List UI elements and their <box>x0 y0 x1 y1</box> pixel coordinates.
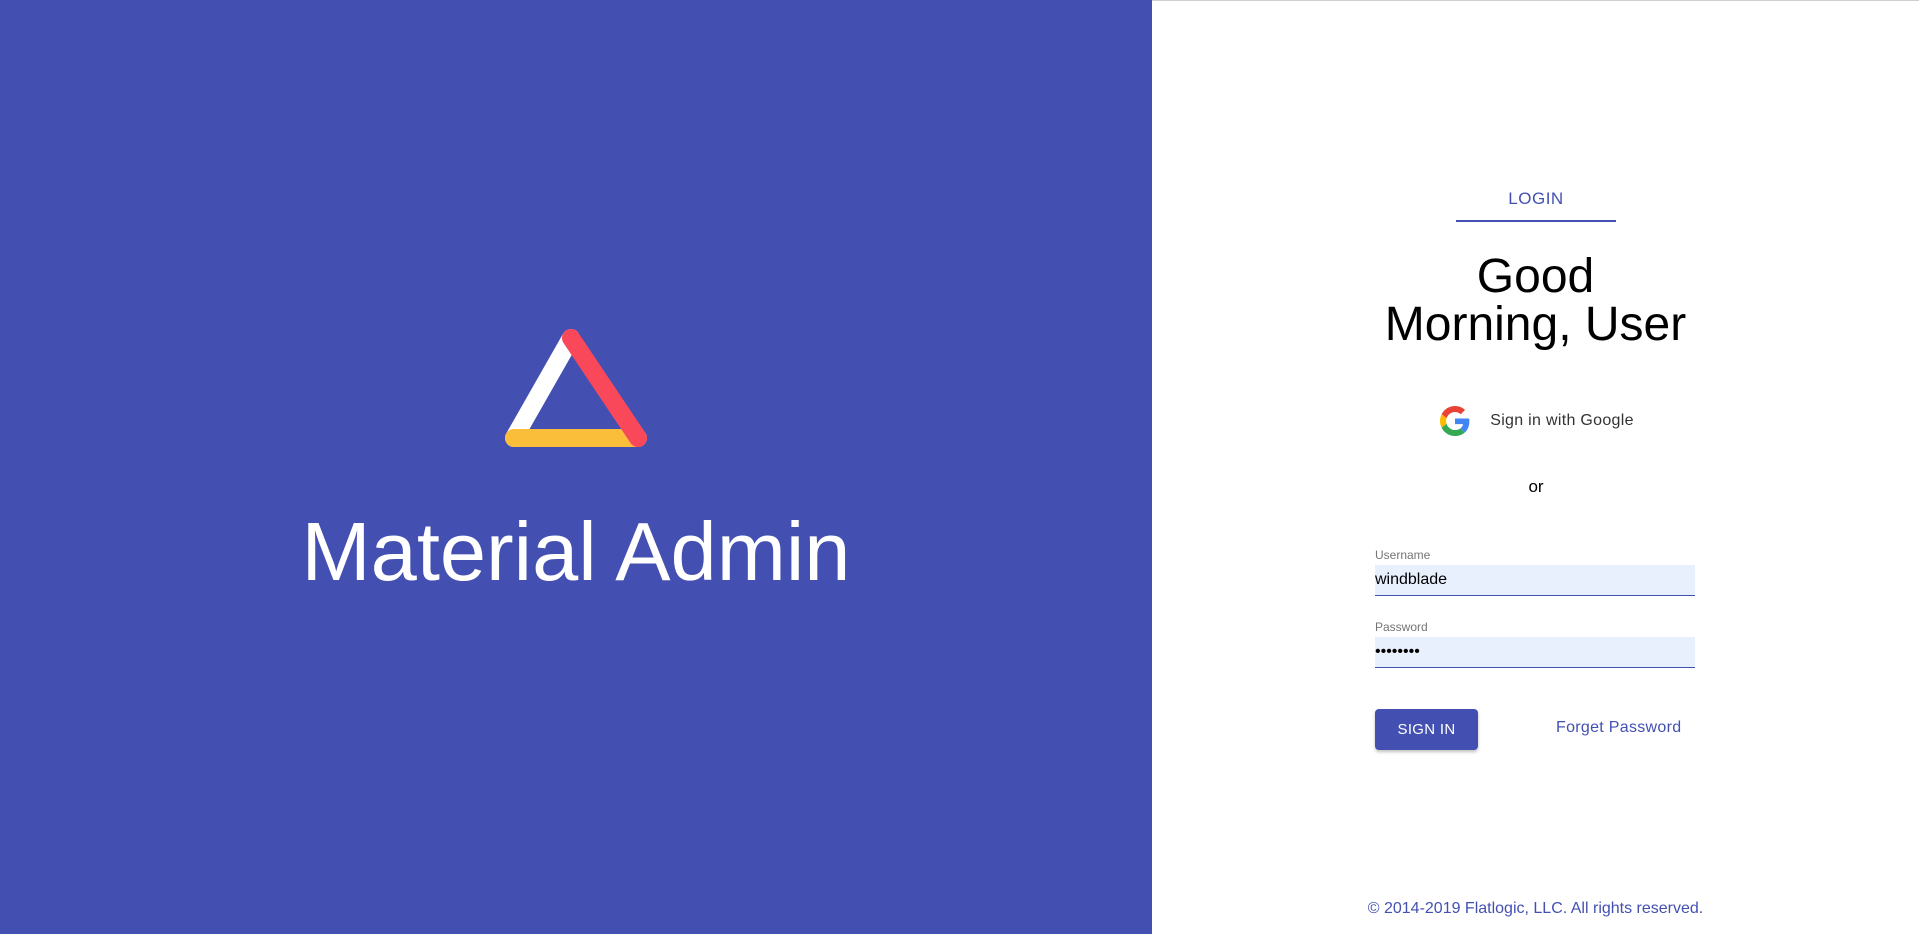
password-input[interactable] <box>1375 637 1695 668</box>
password-field: Password <box>1375 620 1695 668</box>
google-signin-label: Sign in with Google <box>1490 412 1634 429</box>
username-input[interactable] <box>1375 565 1695 596</box>
google-signin-button[interactable]: Sign in with Google <box>1347 398 1727 444</box>
password-label: Password <box>1375 620 1428 634</box>
tab-indicator <box>1456 220 1616 222</box>
login-page: Material Admin LOGIN Good Morning, User … <box>0 0 1919 934</box>
copyright-text: © 2014-2019 Flatlogic, LLC. All rights r… <box>1367 900 1704 917</box>
sign-in-button[interactable]: SIGN IN <box>1375 709 1478 750</box>
triangle-logo-icon <box>505 329 647 447</box>
or-divider: or <box>1528 477 1544 496</box>
tab-login[interactable]: LOGIN <box>1456 177 1616 221</box>
username-field: Username <box>1375 548 1695 596</box>
username-label: Username <box>1375 548 1431 562</box>
greeting-heading: Good Morning, User <box>1384 250 1687 351</box>
brand-panel: Material Admin <box>0 0 1152 934</box>
brand-title: Material Admin <box>301 505 851 598</box>
google-icon <box>1440 406 1470 436</box>
login-form-panel: LOGIN Good Morning, User Sign in with Go… <box>1152 0 1919 934</box>
forget-password-link[interactable]: Forget Password <box>1556 719 1716 737</box>
